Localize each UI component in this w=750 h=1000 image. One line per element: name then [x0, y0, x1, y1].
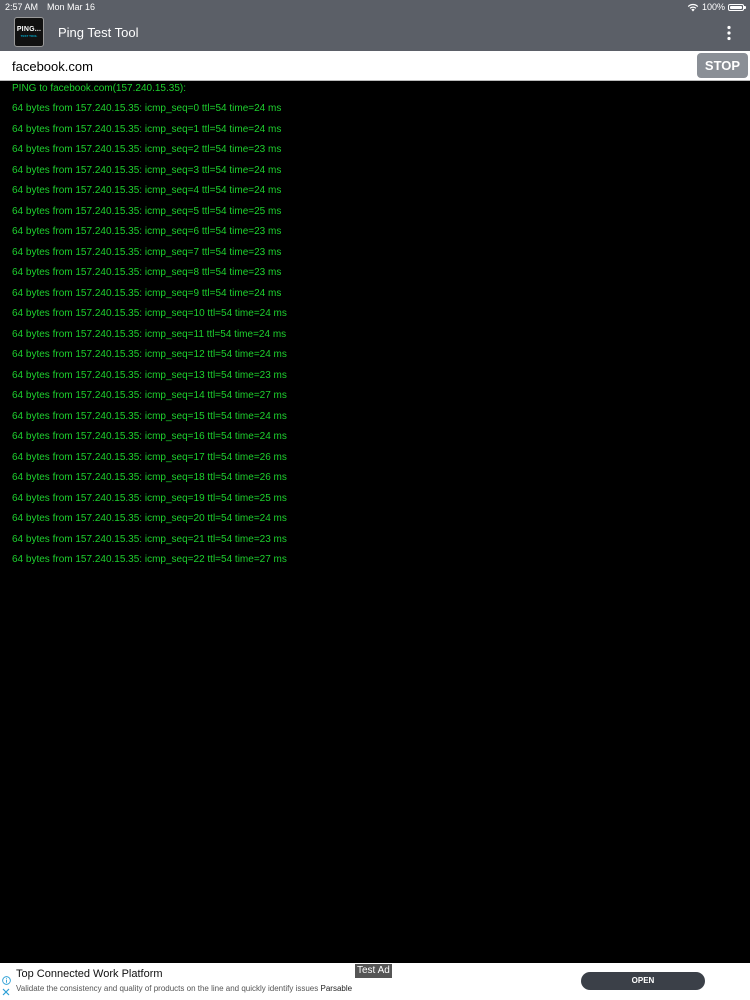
output-line: 64 bytes from 157.240.15.35: icmp_seq=11… — [12, 329, 287, 340]
output-line: 64 bytes from 157.240.15.35: icmp_seq=9 … — [12, 288, 282, 299]
info-icon[interactable] — [2, 976, 11, 985]
output-line: 64 bytes from 157.240.15.35: icmp_seq=8 … — [12, 267, 282, 278]
output-header-line: PING to facebook.com(157.240.15.35): — [12, 83, 186, 94]
status-time: 2:57 AM — [5, 2, 39, 12]
status-date: Mon Mar 16 — [47, 2, 96, 12]
status-indicators: 100% — [687, 0, 746, 14]
app-header: PING... TEST TOOL Ping Test Tool — [0, 14, 750, 51]
output-line: 64 bytes from 157.240.15.35: icmp_seq=15… — [12, 411, 287, 422]
output-line: 64 bytes from 157.240.15.35: icmp_seq=3 … — [12, 165, 282, 176]
logo-text: PING... — [16, 26, 42, 33]
ad-open-button[interactable]: OPEN — [581, 972, 705, 990]
output-line: 64 bytes from 157.240.15.35: icmp_seq=20… — [12, 513, 287, 524]
host-input-row: STOP — [0, 51, 750, 81]
output-line: 64 bytes from 157.240.15.35: icmp_seq=14… — [12, 390, 287, 401]
output-line: 64 bytes from 157.240.15.35: icmp_seq=4 … — [12, 185, 282, 196]
ping-app: 2:57 AM Mon Mar 16 100% PING... TEST TOO… — [0, 0, 750, 1000]
output-line: 64 bytes from 157.240.15.35: icmp_seq=12… — [12, 349, 287, 360]
output-line: 64 bytes from 157.240.15.35: icmp_seq=10… — [12, 308, 287, 319]
output-line: 64 bytes from 157.240.15.35: icmp_seq=22… — [12, 554, 287, 565]
battery-icon — [728, 3, 746, 11]
output-line: 64 bytes from 157.240.15.35: icmp_seq=21… — [12, 534, 287, 545]
output-line: 64 bytes from 157.240.15.35: icmp_seq=6 … — [12, 226, 282, 237]
output-line: 64 bytes from 157.240.15.35: icmp_seq=2 … — [12, 144, 282, 155]
test-ad-label: Test Ad — [355, 964, 392, 978]
more-vertical-icon[interactable] — [726, 25, 732, 41]
output-line: 64 bytes from 157.240.15.35: icmp_seq=1 … — [12, 124, 282, 135]
app-logo: PING... TEST TOOL — [14, 17, 44, 47]
output-line: 64 bytes from 157.240.15.35: icmp_seq=0 … — [12, 103, 282, 114]
ad-title[interactable]: Top Connected Work Platform — [16, 968, 163, 980]
output-line: 64 bytes from 157.240.15.35: icmp_seq=17… — [12, 452, 287, 463]
host-input[interactable] — [6, 54, 698, 78]
output-line: 64 bytes from 157.240.15.35: icmp_seq=16… — [12, 431, 287, 442]
close-icon[interactable] — [2, 988, 10, 996]
output-line: 64 bytes from 157.240.15.35: icmp_seq=7 … — [12, 247, 282, 258]
ad-description: Validate the consistency and quality of … — [16, 984, 352, 993]
output-line: 64 bytes from 157.240.15.35: icmp_seq=18… — [12, 472, 287, 483]
output-line: 64 bytes from 157.240.15.35: icmp_seq=13… — [12, 370, 287, 381]
output-line: 64 bytes from 157.240.15.35: icmp_seq=5 … — [12, 206, 282, 217]
app-title: Ping Test Tool — [58, 25, 139, 40]
stop-button[interactable]: STOP — [697, 53, 748, 78]
ad-brand: Parsable — [320, 984, 353, 993]
logo-subtext: TEST TOOL — [20, 34, 38, 38]
wifi-icon — [687, 3, 699, 11]
battery-percentage: 100% — [701, 2, 725, 12]
status-bar: 2:57 AM Mon Mar 16 100% — [0, 0, 750, 14]
output-line: 64 bytes from 157.240.15.35: icmp_seq=19… — [12, 493, 287, 504]
ad-description-text: Validate the consistency and quality of … — [16, 984, 319, 993]
ad-banner[interactable]: Top Connected Work Platform Validate the… — [0, 963, 750, 1000]
ping-output-console: PING to facebook.com(157.240.15.35): 64 … — [0, 81, 750, 963]
